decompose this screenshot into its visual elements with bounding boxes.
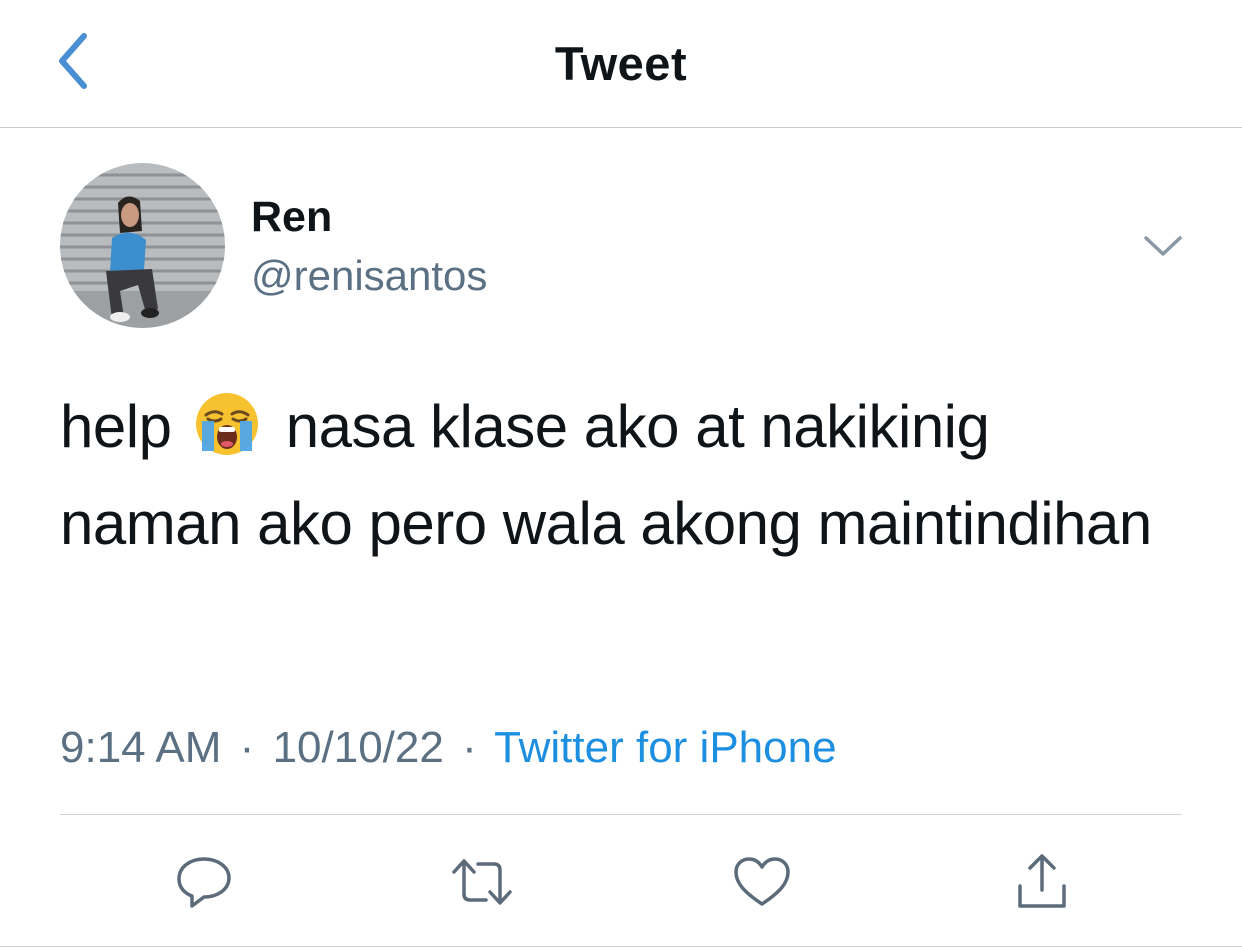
- nav-header: Tweet: [0, 0, 1242, 128]
- retweet-button[interactable]: [450, 850, 514, 914]
- avatar[interactable]: [60, 163, 225, 328]
- tweet-source-link[interactable]: Twitter for iPhone: [494, 723, 836, 772]
- meta-separator: ·: [462, 723, 477, 772]
- page-title: Tweet: [554, 37, 688, 90]
- like-button[interactable]: [730, 850, 794, 914]
- tweet-detail-screen: Tweet Ren @renisantos help nasa klase ak…: [0, 0, 1242, 950]
- bottom-divider: [0, 946, 1242, 947]
- tweet-meta: 9:14 AM · 10/10/22 · Twitter for iPhone: [60, 723, 837, 773]
- share-icon: [1018, 854, 1066, 908]
- retweet-icon: [452, 859, 512, 905]
- reply-icon: [177, 857, 231, 908]
- tweet-time: 9:14 AM: [60, 723, 222, 772]
- heart-icon: [734, 857, 790, 906]
- author-name[interactable]: Ren: [251, 193, 332, 242]
- share-button[interactable]: [1010, 850, 1074, 914]
- loudly-crying-face-icon: [194, 388, 260, 455]
- tweet-text: help nasa klase ako at nakikinig naman a…: [60, 378, 1180, 572]
- chevron-down-icon: [1144, 236, 1182, 256]
- more-options-button[interactable]: [1140, 228, 1186, 262]
- meta-separator: ·: [239, 723, 255, 772]
- divider: [60, 814, 1182, 815]
- avatar-photo: [60, 163, 225, 328]
- reply-button[interactable]: [172, 850, 236, 914]
- author-handle[interactable]: @renisantos: [251, 252, 487, 300]
- tweet-date: 10/10/22: [272, 723, 444, 772]
- tweet-text-start: help: [60, 393, 172, 460]
